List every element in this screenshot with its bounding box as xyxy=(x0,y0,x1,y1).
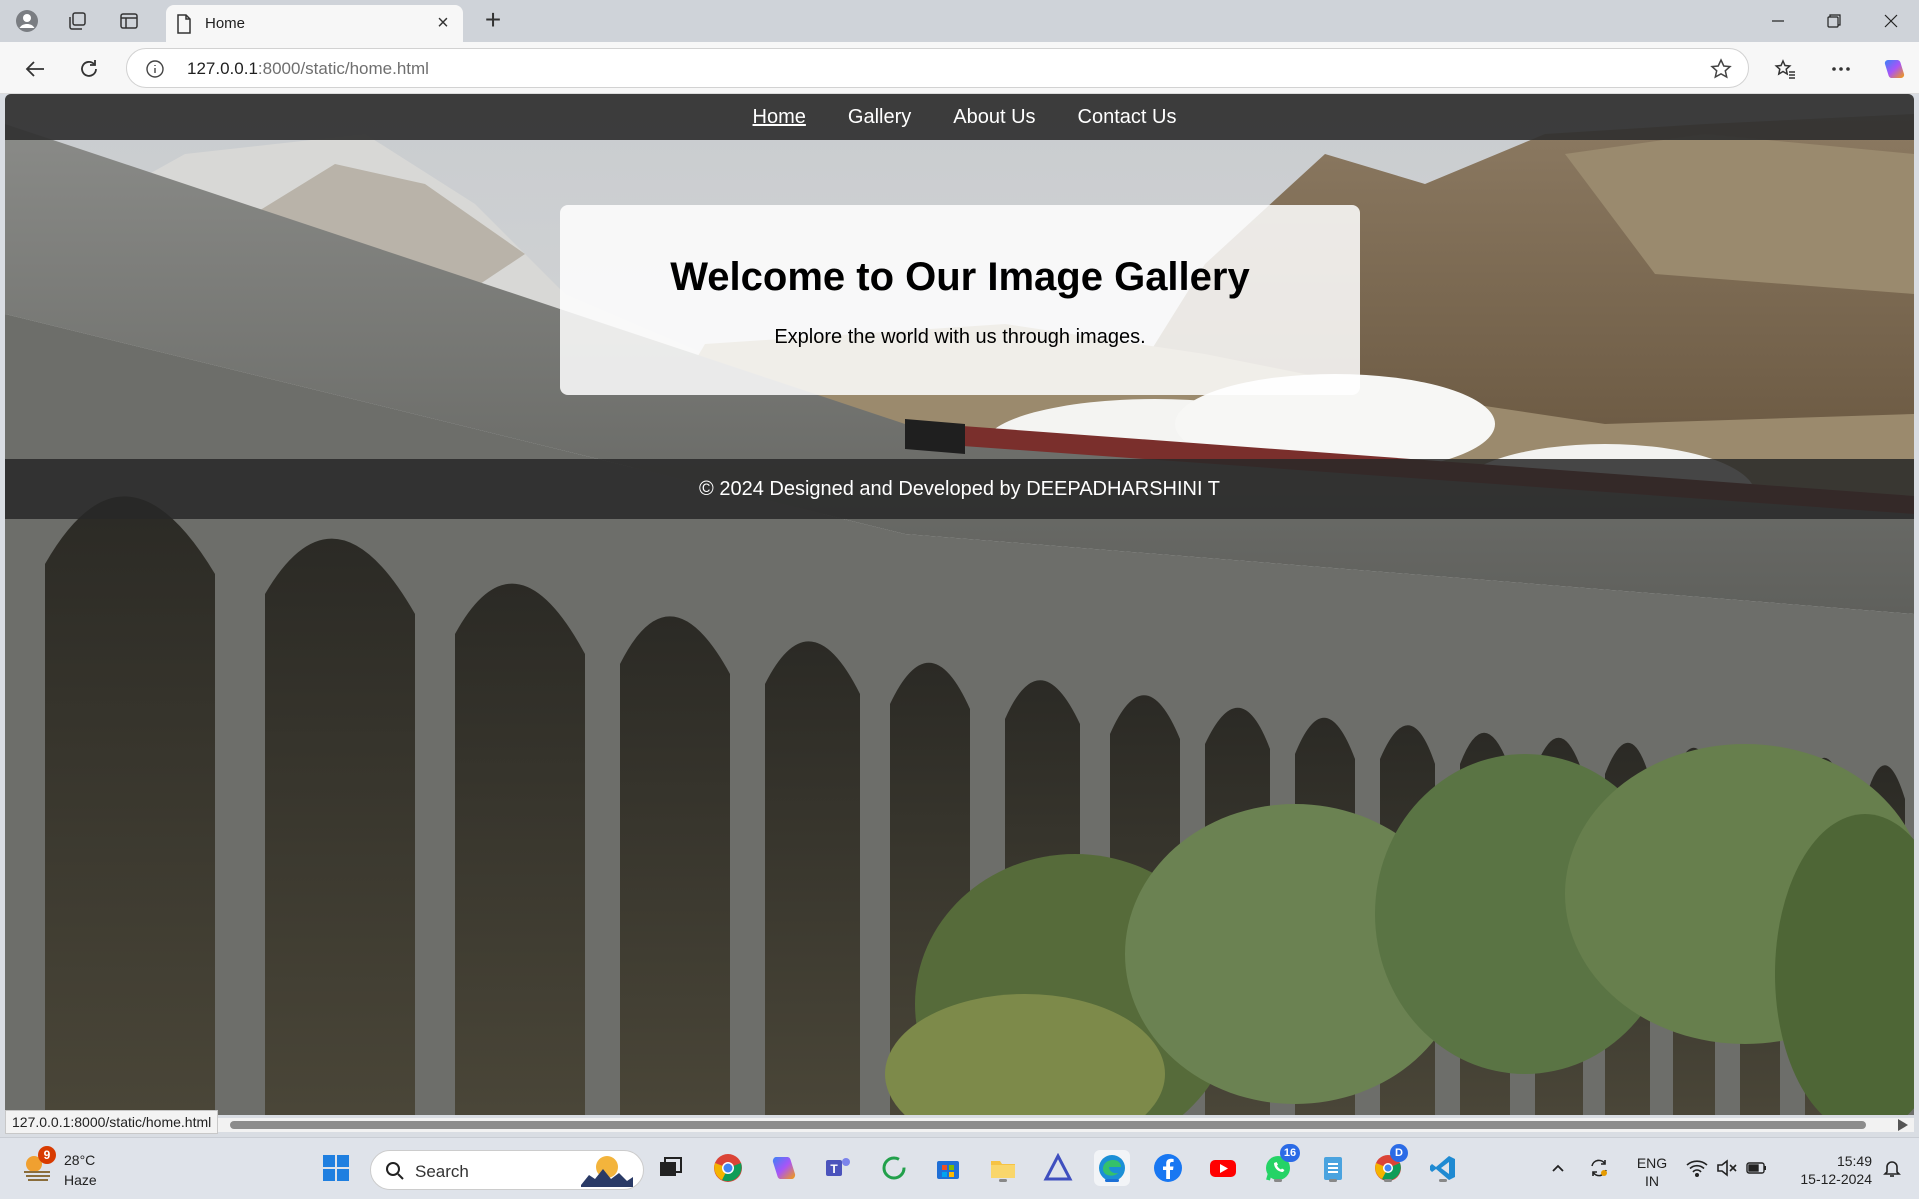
file-explorer-icon[interactable] xyxy=(985,1150,1021,1186)
site-info-icon[interactable] xyxy=(145,59,165,79)
url-path: :8000/static/home.html xyxy=(257,59,429,78)
site-footer: © 2024 Designed and Developed by DEEPADH… xyxy=(5,459,1914,519)
tab-home[interactable]: Home × xyxy=(166,5,463,42)
scroll-right-arrow-icon[interactable] xyxy=(1898,1119,1908,1131)
back-icon[interactable] xyxy=(20,54,50,84)
status-url-tooltip: 127.0.0.1:8000/static/home.html xyxy=(5,1110,219,1134)
new-tab-button[interactable]: + xyxy=(478,6,508,36)
favorites-icon[interactable] xyxy=(1770,54,1800,84)
url-host: 127.0.0.1 xyxy=(187,59,258,78)
workspaces-icon[interactable] xyxy=(64,8,90,34)
browser-toolbar: 127.0.0.1:8000/static/home.html xyxy=(0,42,1919,94)
battery-icon[interactable] xyxy=(1744,1150,1770,1186)
taskbar-search[interactable]: Search xyxy=(370,1150,644,1190)
copilot-app-icon[interactable] xyxy=(766,1150,802,1186)
chevron-up-icon[interactable] xyxy=(1545,1150,1571,1186)
close-window-button[interactable] xyxy=(1871,8,1911,34)
notepad-icon[interactable] xyxy=(1315,1150,1351,1186)
chrome-profile-badge: D xyxy=(1390,1144,1408,1162)
vscode-icon[interactable] xyxy=(1425,1150,1461,1186)
url-text[interactable]: 127.0.0.1:8000/static/home.html xyxy=(187,59,429,79)
whatsapp-badge: 16 xyxy=(1280,1144,1300,1162)
start-button[interactable] xyxy=(318,1150,354,1186)
wifi-icon[interactable] xyxy=(1684,1150,1710,1186)
horizontal-scrollbar[interactable] xyxy=(5,1118,1914,1132)
task-view-icon[interactable] xyxy=(652,1150,688,1186)
region-code: IN xyxy=(1645,1173,1659,1189)
volume-muted-icon[interactable] xyxy=(1714,1150,1740,1186)
sync-icon[interactable] xyxy=(1584,1150,1614,1186)
chrome-icon[interactable] xyxy=(710,1150,746,1186)
nav-home[interactable]: Home xyxy=(753,106,806,129)
vertical-tabs-icon[interactable] xyxy=(116,8,142,34)
running-indicator xyxy=(1329,1179,1337,1182)
notification-bell-icon[interactable] xyxy=(1878,1150,1906,1186)
page-title: Welcome to Our Image Gallery xyxy=(670,255,1250,299)
welcome-card: Welcome to Our Image Gallery Explore the… xyxy=(560,205,1360,395)
running-indicator xyxy=(1274,1179,1282,1182)
search-icon xyxy=(385,1161,405,1186)
search-highlight-icon xyxy=(579,1153,635,1187)
profile-icon[interactable] xyxy=(14,8,40,34)
tab-bar: Home × + xyxy=(0,0,1919,42)
search-placeholder: Search xyxy=(415,1162,469,1181)
youtube-icon[interactable] xyxy=(1205,1150,1241,1186)
nav-gallery[interactable]: Gallery xyxy=(848,106,911,129)
nav-contact-us[interactable]: Contact Us xyxy=(1078,106,1177,129)
weather-temp: 28°C xyxy=(64,1152,96,1168)
page-subtitle: Explore the world with us through images… xyxy=(774,326,1146,348)
footer-text: © 2024 Designed and Developed by DEEPADH… xyxy=(699,477,1220,500)
svg-text:T: T xyxy=(830,1162,838,1176)
restore-button[interactable] xyxy=(1814,8,1854,34)
running-indicator xyxy=(1384,1179,1392,1182)
edge-icon[interactable] xyxy=(1094,1150,1130,1186)
whatsapp-icon[interactable]: 16 xyxy=(1260,1144,1300,1186)
app-triangle-icon[interactable] xyxy=(1040,1150,1076,1186)
refresh-icon[interactable] xyxy=(74,54,104,84)
chrome-profile-icon[interactable]: D xyxy=(1370,1144,1408,1186)
copilot-icon[interactable] xyxy=(1880,54,1910,84)
address-bar[interactable]: 127.0.0.1:8000/static/home.html xyxy=(126,48,1749,88)
clock[interactable]: 15:49 15-12-2024 xyxy=(1782,1152,1872,1188)
page-viewport: Home Gallery About Us Contact Us Welcome… xyxy=(5,94,1914,1115)
more-options-icon[interactable] xyxy=(1826,54,1856,84)
weather-badge: 9 xyxy=(38,1146,56,1164)
language-indicator[interactable]: ENG IN xyxy=(1632,1154,1672,1190)
favorite-star-icon[interactable] xyxy=(1710,58,1732,80)
nav-about-us[interactable]: About Us xyxy=(953,106,1035,129)
facebook-icon[interactable] xyxy=(1150,1150,1186,1186)
tab-title: Home xyxy=(205,15,246,32)
running-indicator xyxy=(1439,1179,1447,1182)
store-icon[interactable] xyxy=(930,1150,966,1186)
clock-date: 15-12-2024 xyxy=(1800,1171,1872,1187)
weather-widget[interactable]: 9 28°C Haze xyxy=(22,1146,112,1192)
clock-time: 15:49 xyxy=(1836,1153,1872,1169)
language-code: ENG xyxy=(1636,1155,1668,1171)
close-tab-icon[interactable]: × xyxy=(433,13,453,33)
page-icon xyxy=(176,14,194,34)
teams-icon[interactable]: T xyxy=(820,1150,856,1186)
active-indicator xyxy=(1105,1179,1119,1182)
running-indicator xyxy=(999,1179,1007,1182)
windows-taskbar: 9 28°C Haze Search T 16 D ENG IN 15:49 1… xyxy=(0,1137,1919,1199)
refresh-app-icon[interactable] xyxy=(876,1150,912,1186)
minimize-button[interactable] xyxy=(1758,8,1798,34)
scrollbar-thumb[interactable] xyxy=(230,1121,1866,1129)
weather-condition: Haze xyxy=(64,1172,97,1188)
site-navbar: Home Gallery About Us Contact Us xyxy=(5,94,1914,140)
